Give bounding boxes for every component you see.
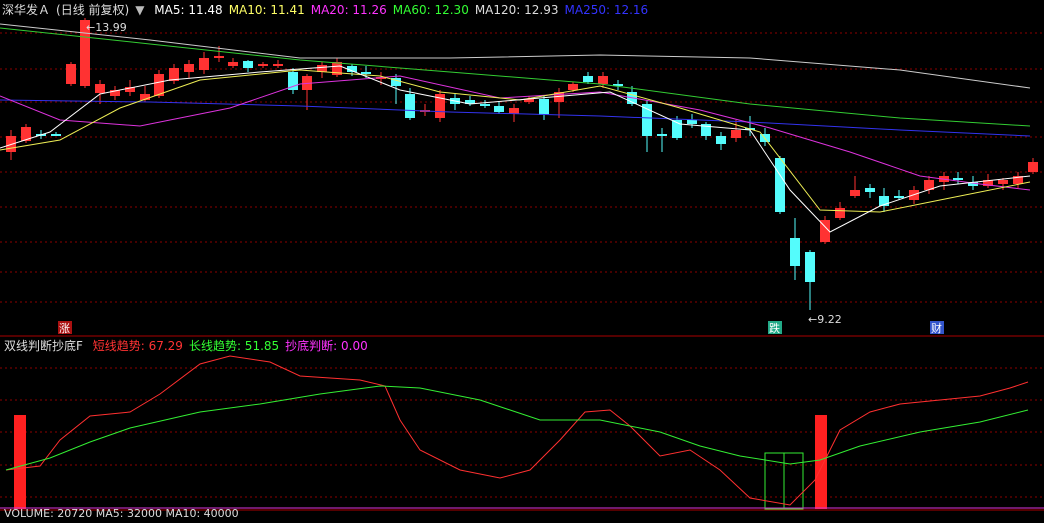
ma-value-2: MA20: 11.26 [310, 3, 387, 17]
candle-body [775, 158, 785, 212]
candle-body [95, 84, 105, 93]
candle-body [405, 94, 415, 118]
candle-body [361, 72, 371, 74]
ma-value-5: MA250: 12.16 [564, 3, 649, 17]
indicator-value-0: 短线趋势: 67.29 [92, 339, 183, 353]
low-price-label: ←9.22 [808, 313, 842, 326]
kline-chart[interactable]: ←13.99 ←9.22 涨 跌 财 [0, 0, 1044, 517]
candle-body [657, 134, 667, 136]
price-header: 深华发Ａ (日线 前复权) ▼ MA5: 11.48 MA10: 11.41 MA20:… [2, 1, 660, 19]
candle-body [184, 64, 194, 72]
indicator-header: 双线判断抄底F 短线趋势: 67.29 长线趋势: 51.85 抄底判断: 0.00 [4, 337, 380, 355]
candle-body [214, 56, 224, 58]
buy-signal-bar [14, 415, 26, 509]
candle-body [480, 104, 490, 106]
ma250-line [0, 99, 1031, 137]
candle-body [273, 64, 283, 66]
candle-body [51, 134, 61, 136]
indicator-name[interactable]: 双线判断抄底F [4, 339, 83, 353]
candle-body [687, 120, 697, 124]
candle-body [998, 180, 1008, 184]
ma-value-0: MA5: 11.48 [154, 3, 223, 17]
candle-body [731, 130, 741, 138]
stock-name[interactable]: 深华发Ａ [2, 3, 50, 17]
ma-value-4: MA120: 12.93 [474, 3, 559, 17]
indicator-value-1: 长线趋势: 51.85 [188, 339, 280, 353]
ma-value-1: MA10: 11.41 [228, 3, 305, 17]
buy-signal-bar [815, 415, 827, 509]
candle-body [199, 58, 209, 70]
candle-body [66, 64, 76, 84]
signal-marker-1: 跌 [769, 321, 780, 335]
candle-body [494, 106, 504, 112]
candle-body [1028, 162, 1038, 172]
candle-body [835, 208, 845, 218]
high-price-label: ←13.99 [86, 21, 127, 34]
candle-body [805, 252, 815, 282]
candle-body [539, 99, 549, 115]
ma-value-3: MA60: 12.30 [392, 3, 469, 17]
signal-marker-2: 财 [931, 321, 942, 335]
period-label: (日线 前复权) [56, 3, 130, 17]
short-trend-line [5, 355, 1029, 506]
candle-body [865, 188, 875, 192]
signal-marker-0: 涨 [59, 322, 70, 335]
candle-body [583, 76, 593, 82]
indicator-value-2: 抄底判断: 0.00 [285, 339, 368, 353]
candle-body [894, 196, 904, 198]
candle-body [716, 136, 726, 144]
candle-body [228, 62, 238, 66]
candle-body [509, 108, 519, 114]
candle-body [790, 238, 800, 266]
candle-body [258, 64, 268, 66]
candle-body [568, 84, 578, 90]
candle-body [953, 178, 963, 180]
candle-body [598, 76, 608, 84]
candle-body [850, 190, 860, 196]
volume-header: VOLUME: 20720 MA5: 32000 MA10: 40000 [4, 507, 239, 520]
candle-body [243, 61, 253, 68]
dropdown-icon[interactable]: ▼ [135, 3, 144, 17]
long-trend-line [5, 385, 1029, 471]
